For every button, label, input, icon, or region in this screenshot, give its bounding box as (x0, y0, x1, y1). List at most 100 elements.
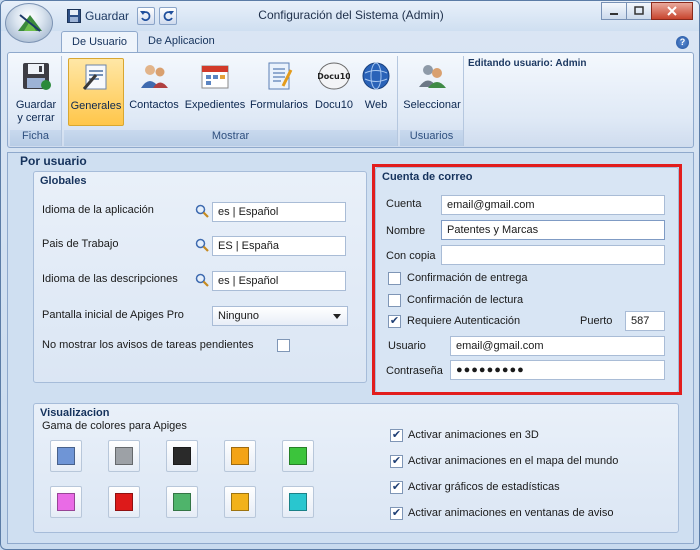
hide-tasks-checkbox[interactable] (277, 339, 290, 352)
window-title: Configuración del Sistema (Admin) (258, 8, 444, 22)
title-bar: Guardar Configuración del Sistema (Admin… (1, 1, 699, 43)
app-language-label: Idioma de la aplicación (42, 204, 154, 216)
group-label-mostrar: Mostrar (64, 130, 397, 146)
search-icon[interactable] (195, 273, 209, 287)
expedientes-label: Expedientes (184, 99, 246, 111)
swatch-color (289, 493, 307, 511)
config-window: Guardar Configuración del Sistema (Admin… (0, 0, 700, 550)
save-close-button[interactable]: Guardar y cerrar (14, 58, 58, 125)
docu10-label: Docu10 (315, 99, 353, 111)
graficos-label: Activar gráficos de estadísticas (408, 481, 560, 493)
hide-tasks-label: No mostrar los avisos de tareas pendient… (42, 339, 254, 351)
color-swatch-silver[interactable] (108, 440, 140, 472)
page-title: Por usuario (20, 154, 87, 168)
close-icon (667, 6, 677, 16)
highlight-frame (372, 164, 682, 395)
web-label: Web (364, 99, 388, 111)
start-screen-dropdown[interactable]: Ninguno (212, 306, 348, 326)
swatch-color (115, 447, 133, 465)
ribbon-tabs: De Usuario De Aplicacion (61, 31, 225, 53)
palette-label: Gama de colores para Apiges (42, 420, 187, 432)
anim-3d-label: Activar animaciones en 3D (408, 429, 539, 441)
anim-mapa-label: Activar animaciones en el mapa del mundo (408, 455, 619, 467)
color-swatch-emerald[interactable] (166, 486, 198, 518)
app-logo-icon (18, 14, 42, 32)
country-field[interactable]: ES | España (212, 236, 346, 256)
docu10-button[interactable]: Docu10 Docu10 (312, 58, 356, 112)
expedientes-button[interactable]: Expedientes (184, 58, 246, 112)
search-icon[interactable] (195, 204, 209, 218)
graficos-checkbox[interactable]: ✔ (390, 481, 403, 494)
swatch-color (173, 447, 191, 465)
app-language-field[interactable]: es | Español (212, 202, 346, 222)
docu10-icon-text: Docu10 (318, 72, 350, 81)
anim-3d-checkbox[interactable]: ✔ (390, 429, 403, 442)
help-icon[interactable]: ? (676, 36, 689, 49)
seleccionar-button[interactable]: Seleccionar (402, 58, 462, 112)
visualizacion-title: Visualizacion (40, 407, 110, 419)
window-controls (601, 2, 693, 20)
swatch-color (115, 493, 133, 511)
contacts-people-icon (141, 65, 168, 88)
formularios-label: Formularios (249, 99, 309, 111)
color-swatch-pink[interactable] (50, 486, 82, 518)
floppy-disk-icon (23, 63, 51, 90)
desc-language-label: Idioma de las descripciones (42, 273, 178, 285)
swatch-color (289, 447, 307, 465)
globales-title: Globales (40, 175, 87, 187)
generales-button[interactable]: Generales (68, 58, 124, 126)
ribbon-group-usuarios: Seleccionar Usuarios (400, 56, 464, 146)
forms-notebook-icon (268, 62, 293, 90)
swatch-color (57, 447, 75, 465)
select-users-icon (419, 65, 446, 88)
save-close-label-2: y cerrar (17, 112, 55, 124)
color-swatch-cyan[interactable] (282, 486, 314, 518)
docu10-icon: Docu10 (317, 62, 351, 90)
color-swatch-blue[interactable] (50, 440, 82, 472)
formularios-button[interactable]: Formularios (248, 58, 310, 112)
settings-document-icon (82, 64, 107, 90)
tab-de-aplicacion[interactable]: De Aplicacion (138, 31, 225, 53)
save-close-label-1: Guardar (15, 99, 57, 111)
anim-avisos-label: Activar animaciones en ventanas de aviso (408, 507, 614, 519)
ribbon-group-ficha: Guardar y cerrar Ficha (10, 56, 62, 146)
generales-label: Generales (70, 100, 122, 112)
section-globales: Globales Idioma de la aplicación es | Es… (33, 171, 367, 383)
color-swatch-green[interactable] (282, 440, 314, 472)
anim-mapa-checkbox[interactable]: ✔ (390, 455, 403, 468)
expedientes-calendar-icon (201, 65, 229, 89)
web-button[interactable]: Web (358, 58, 394, 112)
minimize-button[interactable] (601, 2, 627, 20)
start-screen-label: Pantalla inicial de Apiges Pro (42, 309, 184, 321)
swatch-color (57, 493, 75, 511)
color-swatch-black[interactable] (166, 440, 198, 472)
contactos-label: Contactos (129, 99, 179, 111)
main-panel: Por usuario Globales Idioma de la aplica… (7, 152, 694, 544)
app-menu-button[interactable] (5, 3, 53, 43)
tab-de-usuario[interactable]: De Usuario (61, 31, 139, 53)
desc-language-field[interactable]: es | Español (212, 271, 346, 291)
ribbon-panel: Guardar y cerrar Ficha Generales Contact… (7, 52, 694, 148)
ribbon-group-mostrar: Generales Contactos Expedientes Formular… (64, 56, 398, 146)
search-icon[interactable] (195, 238, 209, 252)
color-swatch-red[interactable] (108, 486, 140, 518)
minimize-icon (610, 13, 618, 15)
color-swatch-gold[interactable] (224, 486, 256, 518)
swatch-color (173, 493, 191, 511)
close-button[interactable] (651, 2, 693, 20)
section-visualizacion: Visualizacion Gama de colores para Apige… (33, 403, 679, 533)
chevron-down-icon (333, 314, 341, 319)
start-screen-value: Ninguno (218, 310, 259, 322)
maximize-icon (634, 6, 644, 15)
swatch-color (231, 447, 249, 465)
maximize-button[interactable] (626, 2, 652, 20)
anim-avisos-checkbox[interactable]: ✔ (390, 507, 403, 520)
group-label-usuarios: Usuarios (400, 130, 463, 146)
country-label: Pais de Trabajo (42, 238, 119, 250)
group-label-ficha: Ficha (10, 130, 61, 146)
editing-user-label: Editando usuario: Admin (468, 58, 587, 69)
contactos-button[interactable]: Contactos (126, 58, 182, 112)
globe-icon (362, 62, 390, 90)
swatch-color (231, 493, 249, 511)
color-swatch-orange[interactable] (224, 440, 256, 472)
